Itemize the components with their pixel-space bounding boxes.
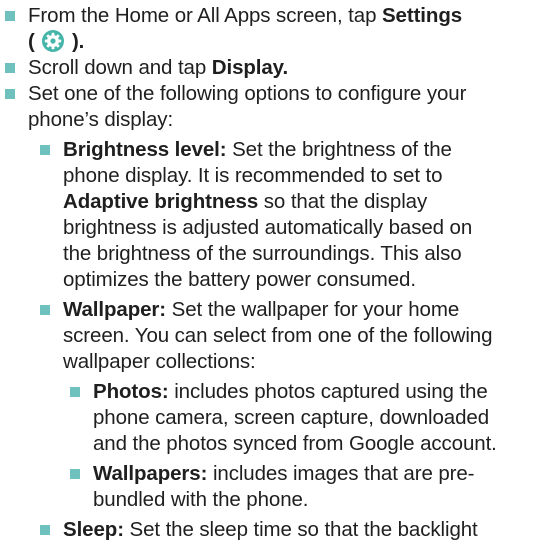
brightness-text: Set the brightness of the — [226, 138, 452, 161]
photos-line-3: and the photos synced from Google accoun… — [93, 432, 497, 455]
brightness-line-5: the brightness of the surroundings. This… — [63, 242, 462, 265]
step-3-line-1: Set one of the following options to conf… — [28, 82, 467, 105]
wallpapers-term: Wallpapers: — [93, 462, 208, 485]
adaptive-brightness-term: Adaptive brightness — [63, 190, 259, 213]
step-1-text: From the Home or All Apps screen, tap — [28, 4, 382, 27]
paren-close: ). — [71, 30, 85, 53]
brightness-line-3: Adaptive brightness so that the display — [63, 189, 427, 215]
brightness-term: Brightness level: — [63, 138, 227, 161]
wallpaper-line-2: screen. You can select from one of the f… — [63, 324, 493, 347]
bullet-marker — [5, 11, 15, 21]
brightness-line-4: brightness is adjusted automatically bas… — [63, 216, 473, 239]
bullet-marker — [40, 145, 50, 155]
wallpaper-line-3: wallpaper collections: — [63, 350, 256, 373]
step-2-line: Scroll down and tap Display. — [28, 55, 288, 81]
bullet-marker — [40, 305, 50, 315]
bullet-marker — [5, 89, 15, 99]
sleep-line-1: Sleep: Set the sleep time so that the ba… — [63, 517, 478, 543]
bullet-marker — [70, 469, 80, 479]
wallpapers-line-1: Wallpapers: includes images that are pre… — [93, 461, 475, 487]
bullet-marker — [40, 525, 50, 535]
photos-line-2: phone camera, screen capture, downloaded — [93, 406, 490, 429]
photos-text: includes photos captured using the — [168, 380, 488, 403]
wallpapers-line-2: bundled with the phone. — [93, 488, 309, 511]
paren-open: ( — [28, 30, 35, 53]
settings-term: Settings — [381, 4, 463, 27]
photos-term: Photos: — [93, 380, 169, 403]
bullet-marker — [5, 63, 15, 73]
wallpaper-term: Wallpaper: — [63, 298, 167, 321]
wallpapers-text: includes images that are pre- — [207, 462, 475, 485]
sleep-text: Set the sleep time so that the backlight — [123, 518, 478, 541]
step-2-text: Scroll down and tap — [28, 56, 212, 79]
wallpaper-text: Set the wallpaper for your home — [166, 298, 460, 321]
photos-line-1: Photos: includes photos captured using t… — [93, 379, 488, 405]
step-1-line-1: From the Home or All Apps screen, tap Se… — [28, 3, 462, 29]
step-1-line-2: ( ). — [28, 29, 84, 55]
bullet-marker — [70, 387, 80, 397]
wallpaper-line-1: Wallpaper: Set the wallpaper for your ho… — [63, 297, 459, 323]
brightness-line-6: optimizes the battery power consumed. — [63, 268, 416, 291]
sleep-term: Sleep: — [63, 518, 124, 541]
brightness-text: so that the display — [258, 190, 428, 213]
brightness-line-2: phone display. It is recommended to set … — [63, 164, 443, 187]
instruction-document: From the Home or All Apps screen, tap Se… — [0, 0, 543, 547]
brightness-line-1: Brightness level: Set the brightness of … — [63, 137, 452, 163]
display-term: Display. — [211, 56, 289, 79]
settings-gear-icon — [42, 30, 65, 52]
step-3-line-2: phone’s display: — [28, 108, 174, 131]
